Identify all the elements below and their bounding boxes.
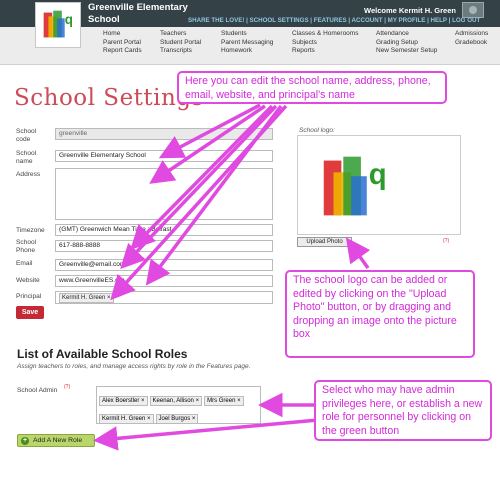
nav-admissions[interactable]: Admissions <box>455 30 488 39</box>
help-icon[interactable]: (?) <box>64 384 70 390</box>
school-name-label: School name <box>16 150 37 165</box>
nav-reports[interactable]: Reports <box>292 47 358 56</box>
address-label: Address <box>16 171 41 178</box>
top-links[interactable]: SHARE THE LOVE! | SCHOOL SETTINGS | FEAT… <box>188 17 480 24</box>
roles-description: Assign teachers to roles, and manage acc… <box>17 363 251 370</box>
roles-heading: List of Available School Roles <box>17 347 188 361</box>
school-logo-icon[interactable]: q <box>35 2 81 48</box>
nav-subjects[interactable]: Subjects <box>292 39 358 48</box>
nav-attendance[interactable]: Attendance <box>376 30 437 39</box>
school-code-label: School code <box>16 128 37 143</box>
nav-column: Classes & Homerooms Subjects Reports <box>292 30 358 56</box>
avatar[interactable] <box>462 2 484 18</box>
admin-tag[interactable]: Kermit H. Green × <box>99 414 154 424</box>
timezone-label: Timezone <box>16 227 45 234</box>
website-field[interactable]: www.GreenvilleES.org <box>55 275 273 287</box>
help-icon[interactable]: (?) <box>443 238 449 244</box>
nav-column: Teachers Student Portal Transcripts <box>160 30 201 56</box>
nav-gradebook[interactable]: Gradebook <box>455 39 488 48</box>
callout-admin-roles: Select who may have admin privileges her… <box>314 380 492 441</box>
nav-homework[interactable]: Homework <box>221 47 273 56</box>
school-code-field: greenville <box>55 128 273 140</box>
nav-column: Attendance Grading Setup New Semester Se… <box>376 30 437 56</box>
nav-student-portal[interactable]: Student Portal <box>160 39 201 48</box>
nav-column: Students Parent Messaging Homework <box>221 30 273 56</box>
school-logo-preview-icon: q <box>323 156 387 216</box>
nav-column: Admissions Gradebook <box>455 30 488 47</box>
save-button[interactable]: Save <box>16 306 44 319</box>
add-new-role-button[interactable]: + Add A New Role <box>17 434 95 447</box>
nav-parent-messaging[interactable]: Parent Messaging <box>221 39 273 48</box>
welcome-text: Welcome Kermit H. Green <box>364 6 456 15</box>
school-logo-label: School logo: <box>299 127 335 134</box>
logo-drop-box[interactable]: q <box>297 135 461 235</box>
admin-tag[interactable]: Joel Burgos × <box>155 414 199 424</box>
email-field[interactable]: Greenville@email.com <box>55 259 273 271</box>
nav-teachers[interactable]: Teachers <box>160 30 201 39</box>
app: q Greenville Elementary School Welcome K… <box>0 0 500 490</box>
school-name-field[interactable]: Greenville Elementary School <box>55 150 273 162</box>
principal-field[interactable]: Kermit H. Green × <box>55 291 273 304</box>
school-admin-field[interactable]: Alex Boerstler × Keenan, Allison × Mrs Gre… <box>96 386 261 424</box>
nav-students[interactable]: Students <box>221 30 273 39</box>
admin-tag[interactable]: Alex Boerstler × <box>99 396 148 406</box>
nav-report-cards[interactable]: Report Cards <box>103 47 142 56</box>
principal-tag[interactable]: Kermit H. Green × <box>59 293 114 303</box>
nav-column: Home Parent Portal Report Cards <box>103 30 142 56</box>
callout-edit-details: Here you can edit the school name, addre… <box>177 71 447 104</box>
nav-parent-portal[interactable]: Parent Portal <box>103 39 142 48</box>
nav-new-semester-setup[interactable]: New Semester Setup <box>376 47 437 56</box>
phone-field[interactable]: 617-888-8888 <box>55 240 273 252</box>
svg-text:q: q <box>65 12 73 27</box>
school-admin-label: School Admin <box>17 387 58 394</box>
website-label: Website <box>16 277 40 284</box>
nav-grading-setup[interactable]: Grading Setup <box>376 39 437 48</box>
school-name-heading: Greenville Elementary School <box>88 2 188 25</box>
phone-label: School Phone <box>16 239 37 254</box>
email-label: Email <box>16 260 33 267</box>
svg-text:q: q <box>369 158 387 191</box>
callout-logo-upload: The school logo can be added or edited b… <box>285 270 475 358</box>
add-new-role-label: Add A New Role <box>33 437 83 444</box>
page-title: School Settings <box>14 85 204 111</box>
principal-label: Principal <box>16 293 42 300</box>
nav-classes-homerooms[interactable]: Classes & Homerooms <box>292 30 358 39</box>
plus-icon: + <box>21 437 29 445</box>
timezone-select[interactable]: (GMT) Greenwich Mean Time : Belfast <box>55 224 273 236</box>
admin-tag[interactable]: Keenan, Allison × <box>149 396 203 406</box>
upload-photo-button[interactable]: Upload Photo <box>297 237 352 247</box>
address-textarea[interactable] <box>55 168 273 220</box>
admin-tag[interactable]: Mrs Green × <box>204 396 244 406</box>
nav-transcripts[interactable]: Transcripts <box>160 47 201 56</box>
nav-home[interactable]: Home <box>103 30 142 39</box>
